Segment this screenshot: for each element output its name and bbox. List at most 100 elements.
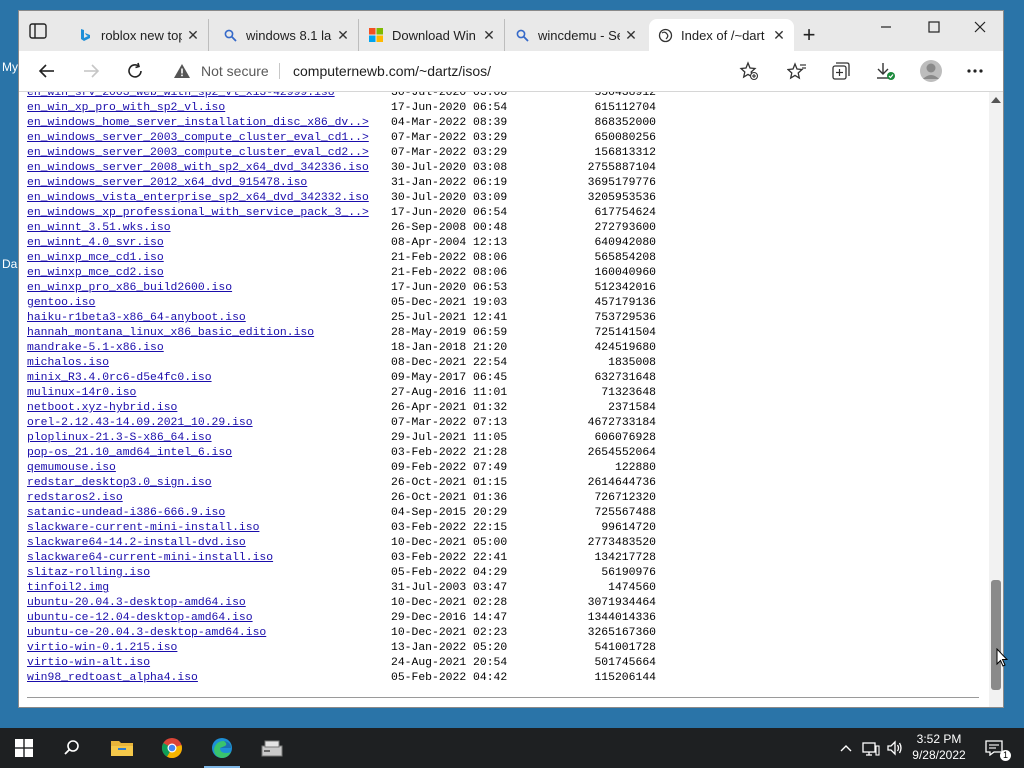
virtual-drive-icon[interactable] xyxy=(248,728,296,768)
file-link[interactable]: slackware64-current-mini-install.iso xyxy=(27,551,273,566)
file-date: 21-Feb-2022 08:06 xyxy=(391,252,508,264)
file-link[interactable]: en_winxp_mce_cd2.iso xyxy=(27,266,164,281)
file-link[interactable]: tinfoil2.img xyxy=(27,581,109,596)
file-link[interactable]: ubuntu-20.04.3-desktop-amd64.iso xyxy=(27,596,246,611)
file-link[interactable]: en_windows_server_2008_with_sp2_x64_dvd_… xyxy=(27,161,369,176)
desktop-icon-label[interactable]: My xyxy=(2,60,18,74)
file-link[interactable]: en_windows_server_2012_x64_dvd_915478.is… xyxy=(27,176,307,191)
close-icon[interactable]: ✕ xyxy=(186,27,200,43)
close-icon[interactable]: ✕ xyxy=(624,27,638,43)
file-date: 17-Jun-2020 06:54 xyxy=(391,207,508,219)
file-link[interactable]: slackware64-14.2-install-dvd.iso xyxy=(27,536,246,551)
url-text[interactable]: computernewb.com/~dartz/isos/ xyxy=(293,63,491,79)
maximize-button[interactable] xyxy=(911,11,957,43)
refresh-button[interactable] xyxy=(121,57,149,85)
vertical-scrollbar[interactable] xyxy=(989,92,1003,707)
file-explorer-icon[interactable] xyxy=(98,728,146,768)
downloads-icon[interactable] xyxy=(871,57,899,85)
notifications-icon[interactable] xyxy=(982,728,1006,768)
file-link[interactable]: satanic-undead-i386-666.9.iso xyxy=(27,506,225,521)
file-date: 07-Mar-2022 07:13 xyxy=(391,417,508,429)
file-size: 134217728 xyxy=(594,552,656,564)
favorites-icon[interactable] xyxy=(783,57,811,85)
file-size: 2371584 xyxy=(608,402,656,414)
file-link[interactable]: ubuntu-ce-12.04-desktop-amd64.iso xyxy=(27,611,253,626)
file-link[interactable]: orel-2.12.43-14.09.2021_10.29.iso xyxy=(27,416,253,431)
file-link[interactable]: en_winnt_4.0_svr.iso xyxy=(27,236,164,251)
file-link[interactable]: slitaz-rolling.iso xyxy=(27,566,150,581)
file-date: 07-Mar-2022 03:29 xyxy=(391,147,508,159)
scroll-thumb[interactable] xyxy=(991,580,1001,690)
file-link[interactable]: en_winxp_pro_x86_build2600.iso xyxy=(27,281,232,296)
file-link[interactable]: ubuntu-ce-20.04.3-desktop-amd64.iso xyxy=(27,626,266,641)
file-link[interactable]: hannah_montana_linux_x86_basic_edition.i… xyxy=(27,326,314,341)
network-icon[interactable] xyxy=(860,728,882,768)
chrome-icon[interactable] xyxy=(148,728,196,768)
edge-icon[interactable] xyxy=(198,728,246,768)
file-size: 550438912 xyxy=(594,92,656,99)
file-link[interactable]: win98_redtoast_alpha4.iso xyxy=(27,671,198,686)
file-link[interactable]: virtio-win-0.1.215.iso xyxy=(27,641,177,656)
file-link[interactable]: haiku-r1beta3-x86_64-anyboot.iso xyxy=(27,311,246,326)
start-icon[interactable] xyxy=(0,728,48,768)
file-link[interactable]: minix_R3.4.0rc6-d5e4fc0.iso xyxy=(27,371,212,386)
show-hidden-icons-icon[interactable] xyxy=(836,728,856,768)
clock[interactable]: 3:52 PM 9/28/2022 xyxy=(908,731,970,763)
file-link[interactable]: gentoo.iso xyxy=(27,296,95,311)
volume-icon[interactable] xyxy=(884,728,906,768)
more-options-icon[interactable] xyxy=(961,57,989,85)
security-status[interactable]: Not secure xyxy=(201,63,269,79)
file-size: 160040960 xyxy=(594,267,656,279)
tab-roblox[interactable]: roblox new top ✕ xyxy=(69,19,209,51)
collections-icon[interactable] xyxy=(827,57,855,85)
new-tab-button[interactable]: + xyxy=(799,24,819,46)
forward-button[interactable] xyxy=(77,57,105,85)
close-icon[interactable]: ✕ xyxy=(772,27,786,43)
file-link[interactable]: en_winxp_mce_cd1.iso xyxy=(27,251,164,266)
file-link[interactable]: ploplinux-21.3-S-x86_64.iso xyxy=(27,431,212,446)
scroll-up-icon[interactable] xyxy=(991,97,1001,103)
warning-icon[interactable] xyxy=(173,63,191,84)
file-link[interactable]: en_winnt_3.51.wks.iso xyxy=(27,221,171,236)
file-link[interactable]: virtio-win-alt.iso xyxy=(27,656,150,671)
desktop-icon-label[interactable]: Da xyxy=(2,257,17,271)
address-bar[interactable]: Not secure computernewb.com/~dartz/isos/ xyxy=(163,56,773,86)
add-favorite-icon[interactable] xyxy=(735,57,763,85)
file-date: 05-Feb-2022 04:29 xyxy=(391,567,508,579)
back-button[interactable] xyxy=(33,57,61,85)
file-link[interactable]: en_windows_server_2003_compute_cluster_e… xyxy=(27,131,369,146)
tab-actions-icon[interactable] xyxy=(29,23,47,39)
file-link[interactable]: en_windows_vista_enterprise_sp2_x64_dvd_… xyxy=(27,191,369,206)
file-link[interactable]: mandrake-5.1-x86.iso xyxy=(27,341,164,356)
file-link[interactable]: netboot.xyz-hybrid.iso xyxy=(27,401,177,416)
file-date: 30-Jul-2020 03:08 xyxy=(391,92,508,99)
tab-wincdemu[interactable]: wincdemu - Se ✕ xyxy=(506,19,646,51)
file-link[interactable]: redstar_desktop3.0_sign.iso xyxy=(27,476,212,491)
file-link[interactable]: michalos.iso xyxy=(27,356,109,371)
file-date: 18-Jan-2018 21:20 xyxy=(391,342,508,354)
file-link[interactable]: en_windows_home_server_installation_disc… xyxy=(27,116,369,131)
file-link[interactable]: qemumouse.iso xyxy=(27,461,116,476)
tab-index-of-dartz[interactable]: Index of /~dart ✕ xyxy=(649,19,794,51)
file-link[interactable]: en_windows_xp_professional_with_service_… xyxy=(27,206,369,221)
close-icon[interactable]: ✕ xyxy=(336,27,350,43)
file-size: 56190976 xyxy=(601,567,656,579)
file-date: 07-Mar-2022 03:29 xyxy=(391,132,508,144)
file-link[interactable]: en_windows_server_2003_compute_cluster_e… xyxy=(27,146,369,161)
tab-download-win[interactable]: Download Win ✕ xyxy=(360,19,505,51)
tab-windows-81[interactable]: windows 8.1 la ✕ xyxy=(214,19,359,51)
file-link[interactable]: en_win_xp_pro_with_sp2_vl.iso xyxy=(27,101,225,116)
search-icon[interactable] xyxy=(48,728,96,768)
close-icon[interactable]: ✕ xyxy=(482,27,496,43)
file-link[interactable]: redstaros2.iso xyxy=(27,491,123,506)
file-link[interactable]: slackware-current-mini-install.iso xyxy=(27,521,259,536)
minimize-button[interactable] xyxy=(863,11,909,43)
file-link[interactable]: mulinux-14r0.iso xyxy=(27,386,136,401)
close-window-button[interactable] xyxy=(957,11,1003,43)
file-date: 25-Jul-2021 12:41 xyxy=(391,312,508,324)
profile-avatar[interactable] xyxy=(917,57,945,85)
file-link[interactable]: pop-os_21.10_amd64_intel_6.iso xyxy=(27,446,232,461)
file-size: 457179136 xyxy=(594,297,656,309)
tab-label: wincdemu - Se xyxy=(538,27,620,43)
file-link[interactable]: en_win_srv_2003_web_with_sp2_vl_x13-4299… xyxy=(27,92,335,101)
